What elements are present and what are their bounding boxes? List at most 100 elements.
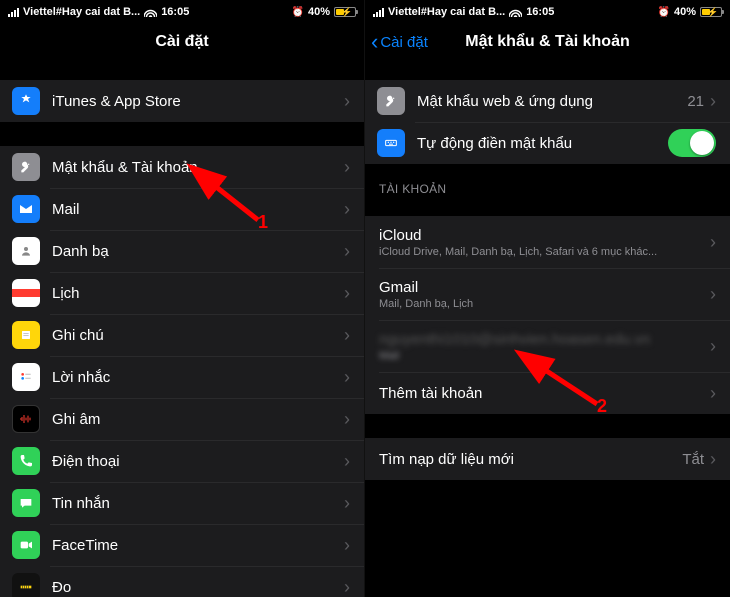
row-reminders[interactable]: Lời nhắc ›: [0, 356, 364, 398]
alarm-icon: ⏰: [658, 7, 670, 18]
row-label: Đo: [52, 579, 344, 596]
battery-icon: ⚡: [700, 7, 722, 17]
group-apps1: Mật khẩu & Tài khoản › Mail › Danh bạ ›: [0, 146, 364, 597]
key-icon: [12, 153, 40, 181]
row-autofill[interactable]: Tự động điền mật khẩu: [365, 122, 730, 164]
calendar-icon: [12, 279, 40, 307]
carrier-label: Viettel#Hay cai dat B...: [388, 6, 505, 18]
chevron-right-icon: ›: [344, 241, 350, 262]
row-label: Lịch: [52, 285, 344, 302]
chevron-right-icon: ›: [344, 367, 350, 388]
row-itunes-appstore[interactable]: iTunes & App Store ›: [0, 80, 364, 122]
navbar: Cài đặt: [0, 22, 364, 62]
chevron-right-icon: ›: [344, 409, 350, 430]
row-contacts[interactable]: Danh bạ ›: [0, 230, 364, 272]
reminders-icon: [12, 363, 40, 391]
chevron-right-icon: ›: [344, 325, 350, 346]
row-phone[interactable]: Điện thoại ›: [0, 440, 364, 482]
row-messages[interactable]: Tin nhắn ›: [0, 482, 364, 524]
chevron-right-icon: ›: [710, 336, 716, 357]
row-icloud[interactable]: iCloud iCloud Drive, Mail, Danh bạ, Lịch…: [365, 216, 730, 268]
row-label: Danh bạ: [52, 243, 344, 260]
row-label: FaceTime: [52, 537, 344, 554]
contacts-icon: [12, 237, 40, 265]
battery-pct: 40%: [308, 6, 330, 18]
row-label: Mail: [52, 201, 344, 218]
chevron-right-icon: ›: [710, 383, 716, 404]
row-account-hidden[interactable]: nguyenthi1010@sinhvien.hoasen.edu.vn Mai…: [365, 320, 730, 372]
row-measure[interactable]: Đo ›: [0, 566, 364, 597]
signal-icon: [373, 8, 384, 17]
chevron-right-icon: ›: [344, 157, 350, 178]
mail-icon: [12, 195, 40, 223]
row-sublabel: Mail, Danh bạ, Lịch: [379, 298, 710, 310]
back-label: Cài đặt: [380, 34, 428, 51]
key-icon: [377, 87, 405, 115]
row-value: Tắt: [682, 451, 704, 468]
row-gmail[interactable]: Gmail Mail, Danh bạ, Lịch ›: [365, 268, 730, 320]
chevron-right-icon: ›: [344, 91, 350, 112]
row-sublabel: iCloud Drive, Mail, Danh bạ, Lịch, Safar…: [379, 246, 710, 258]
row-label: Điện thoại: [52, 453, 344, 470]
row-label: iCloud: [379, 227, 710, 244]
chevron-right-icon: ›: [710, 232, 716, 253]
group-accounts: iCloud iCloud Drive, Mail, Danh bạ, Lịch…: [365, 216, 730, 414]
battery-pct: 40%: [674, 6, 696, 18]
row-mail[interactable]: Mail ›: [0, 188, 364, 230]
status-bar: Viettel#Hay cai dat B... 16:05 ⏰ 40% ⚡: [0, 0, 364, 22]
carrier-label: Viettel#Hay cai dat B...: [23, 6, 140, 18]
row-calendar[interactable]: Lịch ›: [0, 272, 364, 314]
chevron-left-icon: ‹: [371, 31, 378, 53]
page-title: Cài đặt: [155, 33, 208, 51]
row-label: iTunes & App Store: [52, 93, 344, 110]
row-label: Gmail: [379, 279, 710, 296]
row-label: Ghi chú: [52, 327, 344, 344]
back-button[interactable]: ‹ Cài đặt: [371, 22, 428, 62]
messages-icon: [12, 489, 40, 517]
page-title: Mật khẩu & Tài khoản: [465, 33, 629, 51]
signal-icon: [8, 8, 19, 17]
chevron-right-icon: ›: [344, 577, 350, 597]
facetime-icon: [12, 531, 40, 559]
row-facetime[interactable]: FaceTime ›: [0, 524, 364, 566]
measure-icon: [12, 573, 40, 597]
chevron-right-icon: ›: [344, 199, 350, 220]
phone-icon: [12, 447, 40, 475]
chevron-right-icon: ›: [710, 449, 716, 470]
notes-icon: [12, 321, 40, 349]
alarm-icon: ⏰: [292, 7, 304, 18]
row-web-passwords[interactable]: Mật khẩu web & ứng dụng 21 ›: [365, 80, 730, 122]
chevron-right-icon: ›: [344, 451, 350, 472]
autofill-toggle[interactable]: [668, 129, 716, 157]
settings-screen: Viettel#Hay cai dat B... 16:05 ⏰ 40% ⚡ C…: [0, 0, 365, 597]
row-label: Mật khẩu & Tài khoản: [52, 159, 344, 176]
time-label: 16:05: [161, 6, 189, 18]
row-voicememos[interactable]: Ghi âm ›: [0, 398, 364, 440]
row-label: Mật khẩu web & ứng dụng: [417, 93, 687, 110]
time-label: 16:05: [526, 6, 554, 18]
section-header-accounts: TÀI KHOẢN: [365, 164, 730, 202]
row-value: 21: [687, 93, 704, 110]
row-label: Lời nhắc: [52, 369, 344, 386]
wifi-icon: [509, 7, 522, 17]
row-fetch-data[interactable]: Tìm nạp dữ liệu mới Tắt ›: [365, 438, 730, 480]
group-passwords: Mật khẩu web & ứng dụng 21 › Tự động điề…: [365, 80, 730, 164]
appstore-icon: [12, 87, 40, 115]
battery-icon: ⚡: [334, 7, 356, 17]
row-label: Ghi âm: [52, 411, 344, 428]
chevron-right-icon: ›: [344, 283, 350, 304]
group-fetch: Tìm nạp dữ liệu mới Tắt ›: [365, 438, 730, 480]
keyboard-icon: [377, 129, 405, 157]
chevron-right-icon: ›: [344, 535, 350, 556]
passwords-screen: Viettel#Hay cai dat B... 16:05 ⏰ 40% ⚡ ‹…: [365, 0, 730, 597]
row-passwords-accounts[interactable]: Mật khẩu & Tài khoản ›: [0, 146, 364, 188]
waveform-icon: [12, 405, 40, 433]
chevron-right-icon: ›: [710, 284, 716, 305]
wifi-icon: [144, 7, 157, 17]
row-label: Tự động điền mật khẩu: [417, 135, 668, 152]
row-notes[interactable]: Ghi chú ›: [0, 314, 364, 356]
status-bar: Viettel#Hay cai dat B... 16:05 ⏰ 40% ⚡: [365, 0, 730, 22]
row-label: Thêm tài khoản: [379, 385, 710, 402]
chevron-right-icon: ›: [344, 493, 350, 514]
row-add-account[interactable]: Thêm tài khoản ›: [365, 372, 730, 414]
